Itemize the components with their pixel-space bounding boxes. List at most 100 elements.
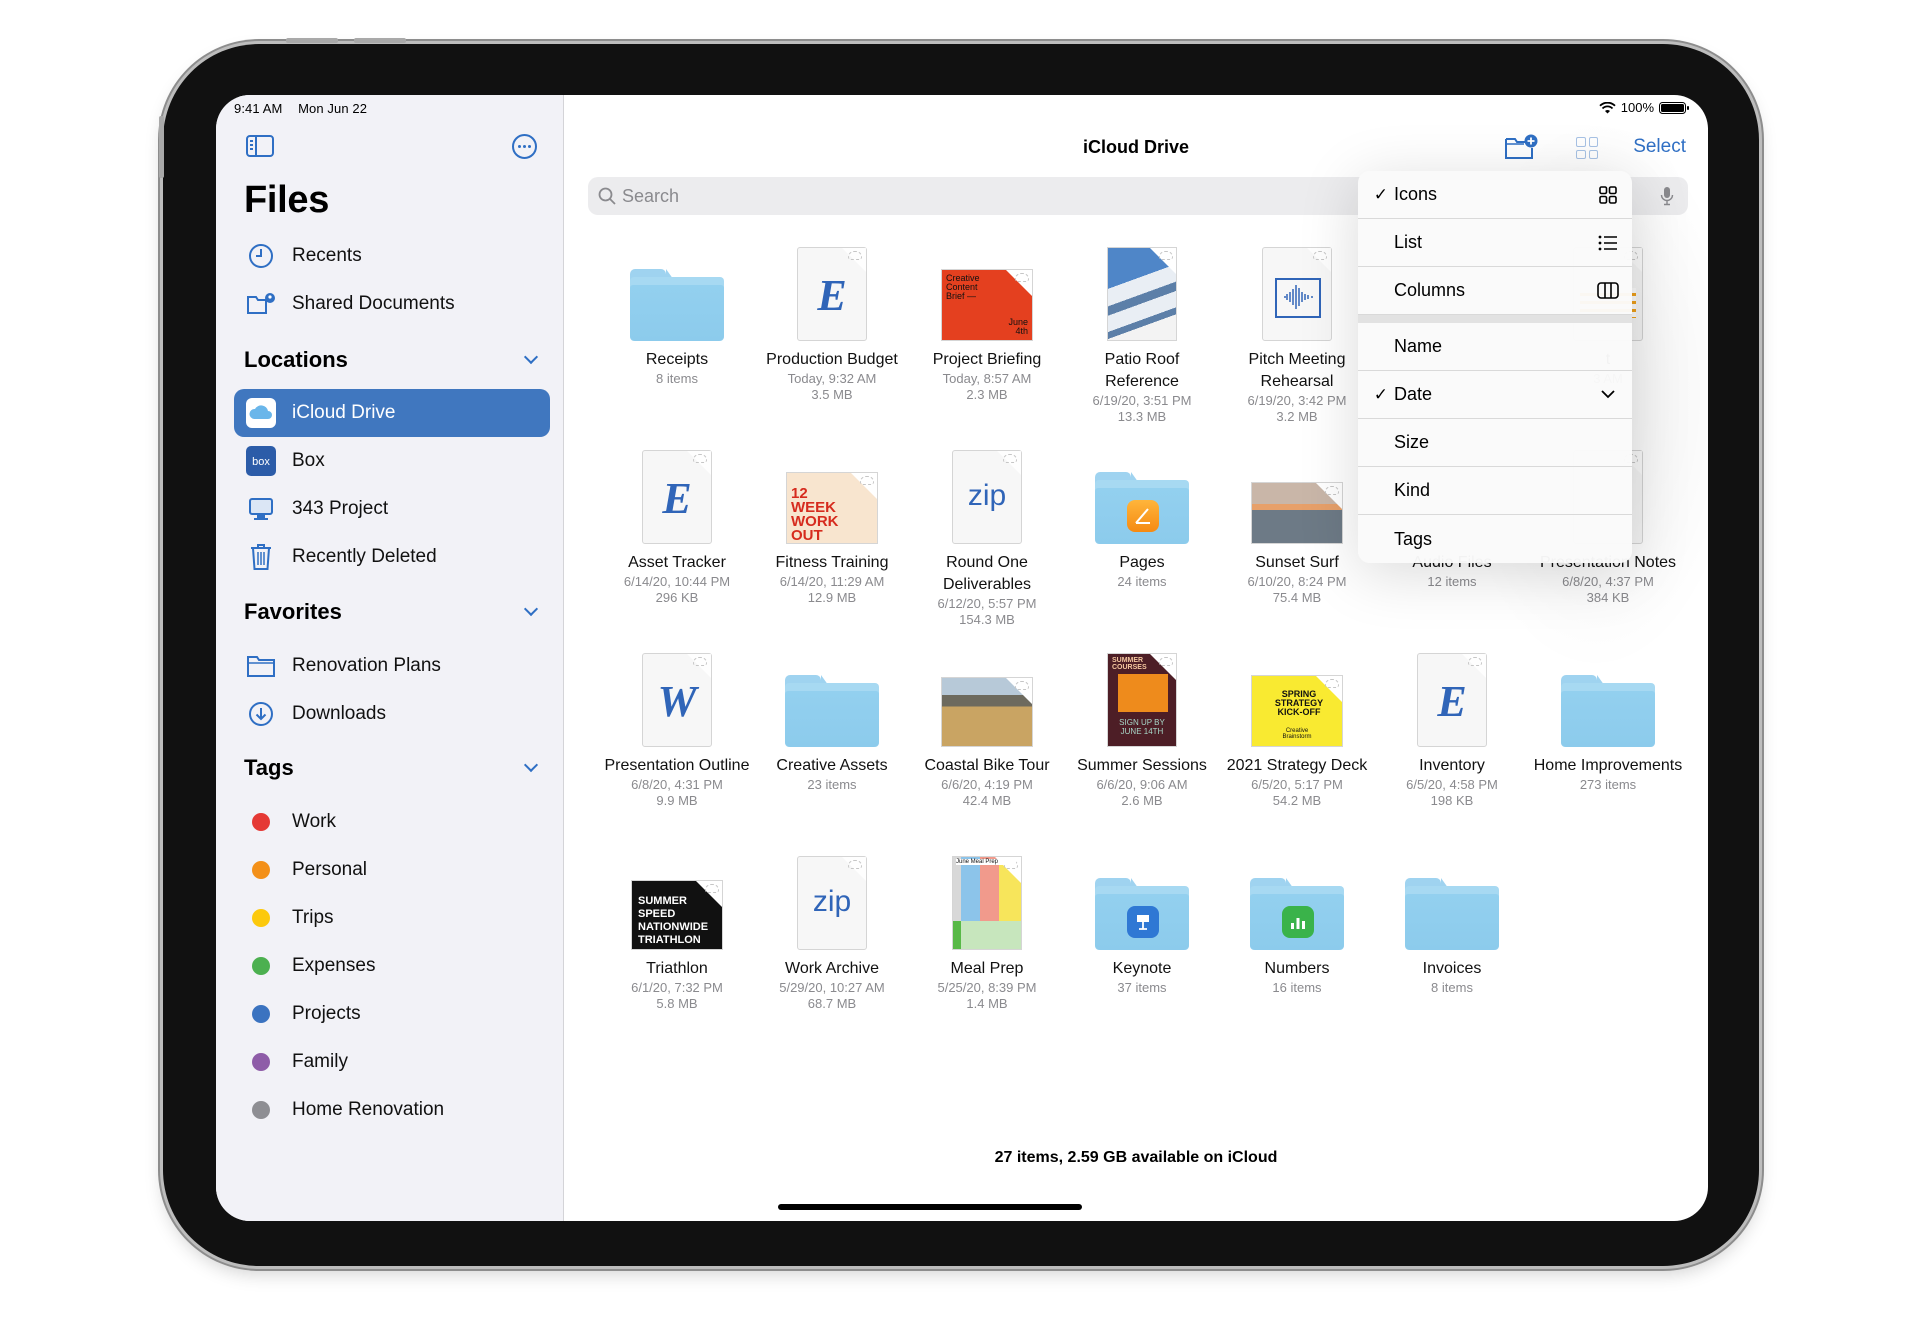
file-item[interactable]: SUMMER COURSES SIGN UP BY JUNE 14TH Summer… [1067,647,1217,837]
menu-separator [1358,315,1632,323]
menu-item-sort-tags[interactable]: Tags [1358,515,1632,563]
sidebar-item-tag-expenses[interactable]: Expenses [234,942,550,990]
sidebar-item-label: Home Renovation [292,1099,445,1120]
file-meta-date: 8 items [1431,980,1473,995]
menu-item-columns[interactable]: Columns [1358,267,1632,315]
cloud-download-icon [848,860,862,869]
chevron-down-icon[interactable] [523,757,539,773]
sidebar-item-tag-projects[interactable]: Projects [234,990,550,1038]
file-item[interactable]: Invoices 8 items [1377,850,1527,1040]
file-item[interactable]: E Production Budget Today, 9:32 AM 3.5 MB [757,241,907,431]
sidebar-item-box[interactable]: box Box [234,437,550,485]
thumbnail-wrap: E [757,241,907,341]
cloud-download-icon [1325,679,1339,688]
thumbnail-text: June Meal Prep [956,859,1016,865]
home-indicator[interactable] [778,1204,1082,1210]
sidebar-item-tag-home-renovation[interactable]: Home Renovation [234,1086,550,1134]
tag-dot [252,909,270,927]
new-folder-button[interactable] [1504,133,1538,161]
sidebar-item-label: Personal [292,859,367,880]
menu-item-sort-size[interactable]: Size [1358,419,1632,467]
file-item[interactable]: zip Round One Deliverables 6/12/20, 5:57 P… [912,444,1062,634]
select-button[interactable]: Select [1633,136,1686,158]
folder-icon [1095,472,1189,544]
sidebar-item-label: iCloud Drive [292,402,396,423]
sidebar: 9:41 AM Mon Jun 22 Files Recents Shared … [216,95,564,1221]
sidebar-item-tag-personal[interactable]: Personal [234,846,550,894]
file-item[interactable]: E Asset Tracker 6/14/20, 10:44 PM 296 KB [602,444,752,634]
menu-item-sort-name[interactable]: Name [1358,323,1632,371]
sidebar-item-tag-family[interactable]: Family [234,1038,550,1086]
file-item[interactable]: zip Work Archive 5/29/20, 10:27 AM 68.7 MB [757,850,907,1040]
sidebar-item-icloud-drive[interactable]: iCloud Drive [234,389,550,437]
menu-item-sort-date[interactable]: ✓ Date [1358,371,1632,419]
sidebar-item-shared-documents[interactable]: Shared Documents [234,280,550,328]
storage-summary: 27 items, 2.59 GB available on iCloud [994,1149,1278,1166]
view-options-menu: ✓ Icons List Columns Name ✓ Date Size Ki… [1358,171,1632,563]
thumbnail-wrap: SUMMER COURSES SIGN UP BY JUNE 14TH [1067,647,1217,747]
file-item[interactable]: Home Improvements 273 items [1533,647,1683,837]
menu-item-label: List [1394,232,1423,252]
sidebar-item-recents[interactable]: Recents [234,232,550,280]
sidebar-item-recently-deleted[interactable]: Recently Deleted [234,533,550,581]
sidebar-toggle-icon[interactable] [246,135,274,157]
file-item[interactable]: Keynote 37 items [1067,850,1217,1040]
file-item[interactable]: Coastal Bike Tour 6/6/20, 4:19 PM 42.4 MB [912,647,1062,837]
microphone-icon[interactable] [1660,186,1674,206]
menu-item-label: Size [1394,432,1430,452]
more-options-icon[interactable] [512,134,537,159]
menu-item-label: Columns [1394,280,1466,300]
file-item[interactable]: Creative Content Brief — June 4th Project … [912,241,1062,431]
tag-dot [252,813,270,831]
chevron-down-icon[interactable] [523,349,539,365]
file-meta-size: 9.9 MB [656,793,698,808]
document-thumbnail: E [797,247,867,341]
section-tags[interactable]: Tags [244,755,544,781]
sidebar-item-renovation-plans[interactable]: Renovation Plans [234,642,550,690]
thumbnail-wrap [1222,241,1372,341]
cloud-download-icon [1468,657,1482,666]
file-item[interactable]: Pitch Meeting Rehearsal 6/19/20, 3:42 PM 3… [1222,241,1372,431]
file-meta-size: 54.2 MB [1272,793,1322,808]
menu-item-label: Kind [1394,480,1431,500]
menu-item-list[interactable]: List [1358,219,1632,267]
file-item[interactable]: W Presentation Outline 6/8/20, 4:31 PM 9.9 … [602,647,752,837]
file-item[interactable]: Creative Assets 23 items [757,647,907,837]
file-item[interactable]: June Meal Prep Meal Prep 5/25/20, 8:39 PM 1… [912,850,1062,1040]
file-name: Work Archive [785,960,879,977]
file-item[interactable]: SPRING STRATEGY KICK-OFF Creative Brainst… [1222,647,1372,837]
file-meta-size: 13.3 MB [1117,409,1167,424]
view-options-button[interactable] [1576,137,1598,159]
tag-color-dot-icon [246,999,276,1029]
file-item[interactable]: Patio Roof Reference 6/19/20, 3:51 PM 13.3… [1067,241,1217,431]
file-item[interactable]: Sunset Surf 6/10/20, 8:24 PM 75.4 MB [1222,444,1372,634]
thumbnail-text: June 4th [1008,317,1028,336]
cloud-download-icon [848,251,862,260]
computer-icon [246,494,276,524]
chevron-down-icon[interactable] [523,601,539,617]
file-meta-date: 5/25/20, 8:39 PM [937,980,1037,995]
file-item[interactable]: E Inventory 6/5/20, 4:58 PM 198 KB [1377,647,1527,837]
menu-item-icons[interactable]: ✓ Icons [1358,171,1632,219]
file-name: Round One Deliverables [942,554,1032,593]
sidebar-item-downloads[interactable]: Downloads [234,690,550,738]
file-item[interactable]: Receipts 8 items [602,241,752,431]
file-name: Coastal Bike Tour [924,757,1050,774]
text-document-icon: E [817,271,847,320]
file-item[interactable]: Pages 24 items [1067,444,1217,634]
file-meta-date: 6/19/20, 3:51 PM [1092,393,1192,408]
section-favorites[interactable]: Favorites [244,599,544,625]
sidebar-item-tag-trips[interactable]: Trips [234,894,550,942]
section-locations[interactable]: Locations [244,347,544,373]
file-item[interactable]: Numbers 16 items [1222,850,1372,1040]
file-item[interactable]: SUMMER SPEED NATIONWIDE TRIATHLON Triathl… [602,850,752,1040]
wifi-icon [1599,101,1616,113]
file-name: Pitch Meeting Rehearsal [1248,351,1346,390]
thumbnail-wrap: SUMMER SPEED NATIONWIDE TRIATHLON [602,850,752,950]
file-name: Pages [1119,554,1165,571]
sidebar-item-tag-work[interactable]: Work [234,798,550,846]
file-item[interactable]: 12 WEEK WORK OUT Fitness Training 6/14/20,… [757,444,907,634]
menu-item-sort-kind[interactable]: Kind [1358,467,1632,515]
chevron-down-icon[interactable] [1584,390,1632,399]
sidebar-item-343-project[interactable]: 343 Project [234,485,550,533]
